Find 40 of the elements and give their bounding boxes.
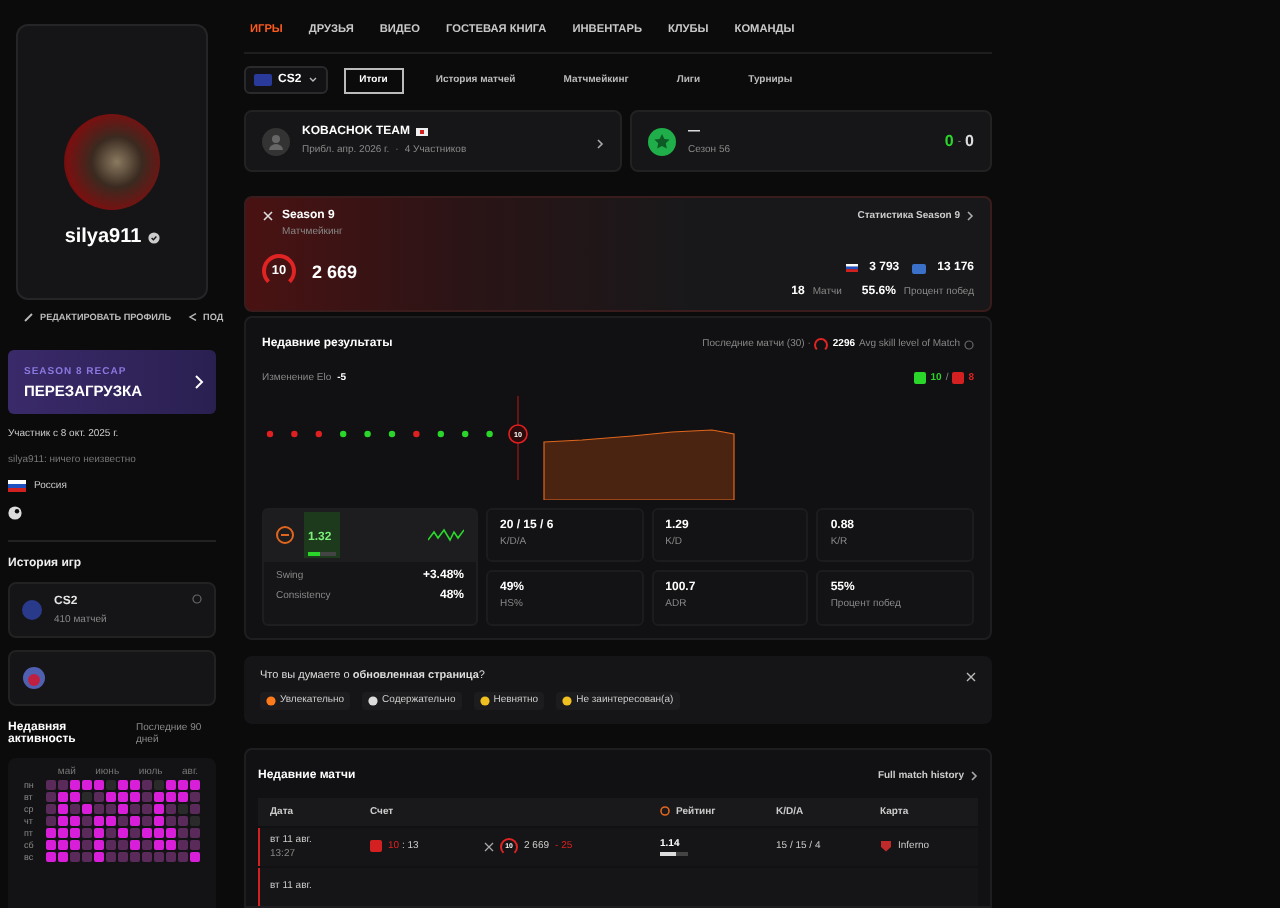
loss-icon [952,371,965,384]
star-badge-icon [648,127,676,156]
avatar [64,114,160,210]
pencil-icon [24,312,34,322]
chevron-right-icon [596,137,604,150]
chevron-right-icon [970,769,978,782]
flag-icon [8,480,26,492]
chevron-down-icon [307,76,318,84]
emblem-icon [22,666,46,690]
game-logo-icon [254,74,272,86]
info-icon [192,594,202,604]
elo-value: 2 669 [312,261,358,282]
game-card[interactable] [8,650,216,706]
rating-icon [660,806,670,817]
ranking-icon [911,263,926,274]
team-avatar-icon [262,127,290,156]
current-level-marker [508,394,528,480]
win-icon [914,371,927,384]
rating-icon [276,526,294,545]
chevron-right-icon [194,374,204,390]
book-icon [368,695,379,706]
close-icon[interactable] [966,671,976,682]
verified-icon [147,231,160,243]
wins-count: 0 [944,132,954,151]
result-icon [370,840,382,853]
map-icon [880,840,892,853]
flag-icon [845,264,858,273]
steam-icon[interactable] [8,506,22,520]
game-logo-icon [22,600,42,620]
share-icon [187,312,198,322]
confused-face-icon [479,695,490,706]
chevron-right-icon [966,210,974,223]
neutral-face-icon [562,695,573,706]
flag-icon [416,128,428,137]
info-icon [964,339,974,350]
skill-level-icon [814,337,829,352]
username: silya911 [64,226,142,248]
sparkline-icon [428,528,464,543]
losses-count: 0 [965,132,974,151]
fire-icon [266,695,276,706]
